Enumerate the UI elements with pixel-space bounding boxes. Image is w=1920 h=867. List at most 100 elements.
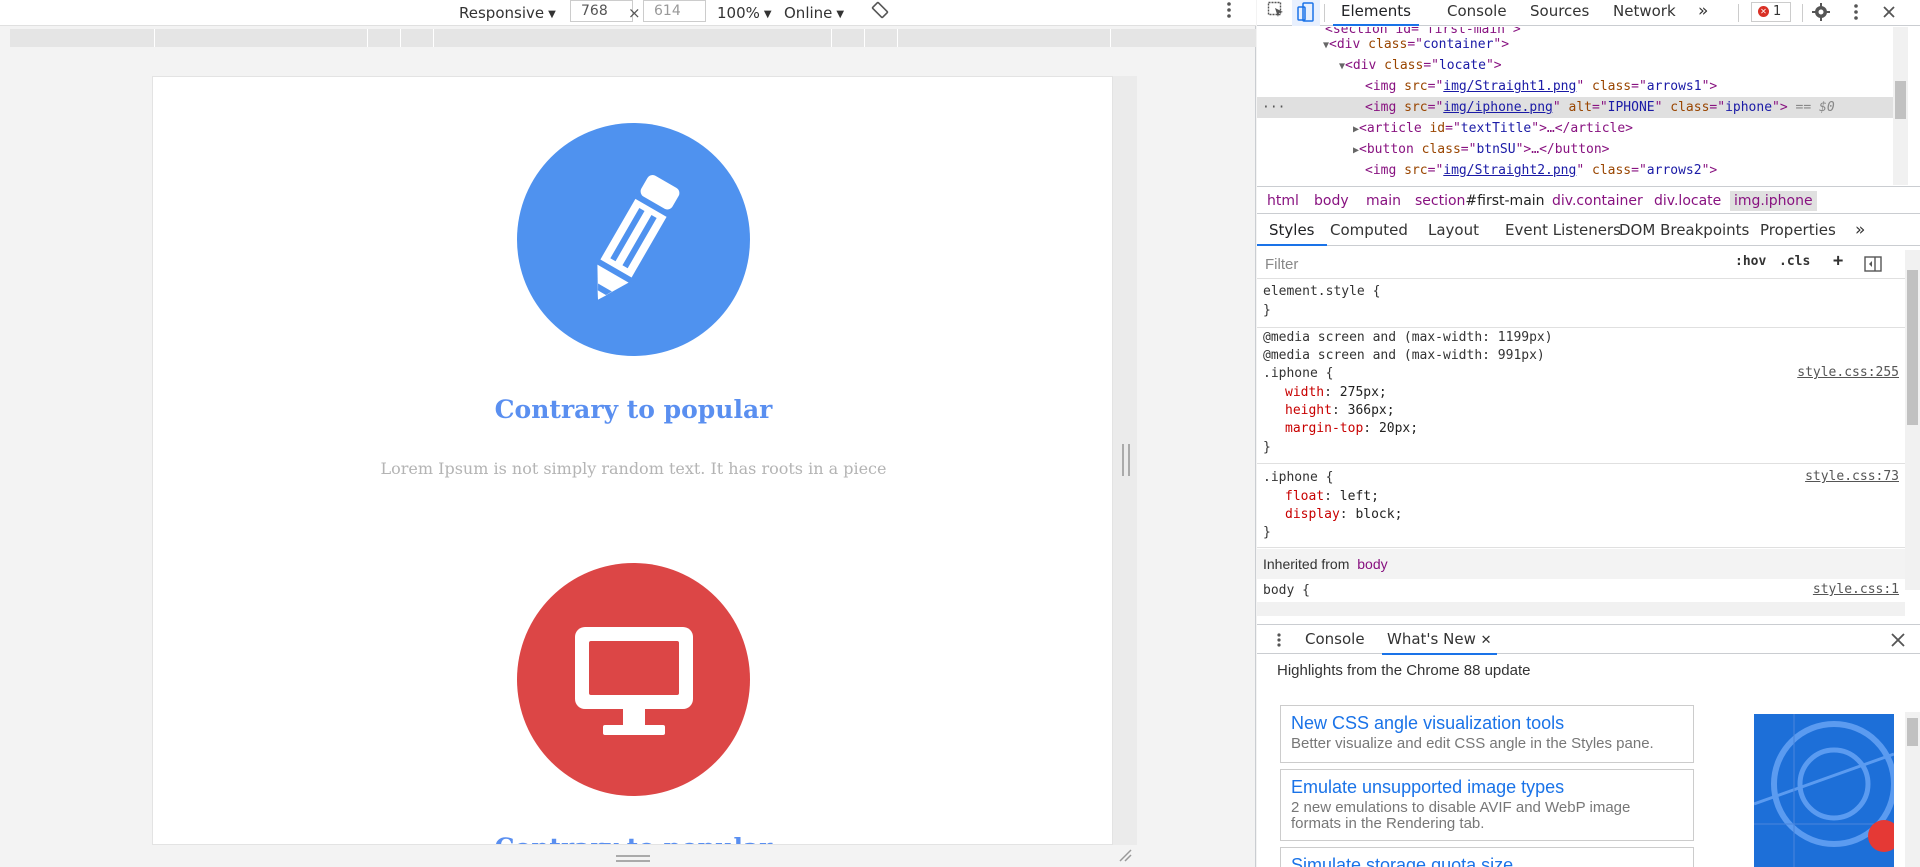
media-query-bar[interactable] <box>10 29 1256 47</box>
drawer-tabbar: Console What's New ✕ <box>1257 624 1920 655</box>
tab-event-listeners[interactable]: Event Listeners <box>1505 216 1621 246</box>
dom-node-img-arrows1[interactable]: <img src="img/Straight1.png" class="arro… <box>1257 76 1905 97</box>
tab-properties[interactable]: Properties <box>1760 216 1836 246</box>
crumb-div-container[interactable]: div.container <box>1548 191 1647 211</box>
resize-handle-bottom[interactable] <box>616 855 650 862</box>
close-drawer-icon[interactable] <box>1891 633 1905 647</box>
device-mode-select[interactable]: Responsive ▼ <box>459 3 556 23</box>
dom-tree[interactable]: <section id="first-main"> ▼<div class="c… <box>1257 27 1905 185</box>
error-counter[interactable]: ✕ 1 <box>1751 2 1791 22</box>
rule-source-link[interactable]: style.css:1 <box>1813 582 1899 597</box>
resize-handle-right[interactable] <box>1122 444 1130 476</box>
feature-1-circle <box>517 123 750 356</box>
devtools-menu-button[interactable] <box>1853 3 1859 29</box>
dom-node-button[interactable]: ▶<button class="btnSU">…</button> <box>1257 139 1905 160</box>
whats-new-card[interactable]: New CSS angle visualization tools Better… <box>1280 705 1694 763</box>
cls-toggle[interactable]: .cls <box>1779 254 1810 269</box>
inspect-element-button[interactable] <box>1267 1 1285 27</box>
close-tab-icon[interactable]: ✕ <box>1481 633 1492 648</box>
device-emulation-area: Responsive ▼ 768 × 614 100% ▼ Online ▼ C… <box>0 0 1256 867</box>
caret-down-icon: ▼ <box>836 9 845 20</box>
rule-iphone-base[interactable]: .iphone { style.css:73 float: left; disp… <box>1257 465 1905 548</box>
toggle-sidebar-icon[interactable] <box>1864 256 1882 272</box>
filter-input[interactable] <box>1263 252 1725 276</box>
resize-corner-icon[interactable] <box>1118 848 1132 862</box>
devtools-tabbar: Elements Console Sources Network » ✕ 1 <box>1257 0 1920 26</box>
tab-dom-breakpoints[interactable]: DOM Breakpoints <box>1619 216 1749 246</box>
close-devtools-button[interactable] <box>1882 3 1896 29</box>
device-toolbar: Responsive ▼ 768 × 614 100% ▼ Online ▼ <box>0 0 1256 26</box>
zoom-select[interactable]: 100% ▼ <box>717 3 772 23</box>
whats-new-illustration <box>1754 714 1894 867</box>
tab-network[interactable]: Network <box>1613 0 1676 26</box>
dom-node-img-arrows2[interactable]: <img src="img/Straight2.png" class="arro… <box>1257 160 1905 181</box>
settings-button[interactable] <box>1812 3 1830 29</box>
tab-console[interactable]: Console <box>1447 0 1507 26</box>
caret-down-icon: ▼ <box>548 9 556 20</box>
dom-node-img-iphone-selected[interactable]: ··· <img src="img/iphone.png" alt="IPHON… <box>1257 97 1905 118</box>
rule-source-link[interactable]: style.css:255 <box>1797 365 1899 380</box>
rule-close: } <box>1263 525 1271 540</box>
whats-new-card[interactable]: Simulate storage quota size <box>1280 847 1694 867</box>
more-tabs-icon[interactable]: » <box>1698 0 1708 26</box>
css-declaration[interactable]: display: block; <box>1285 506 1402 524</box>
node-actions-icon[interactable]: ··· <box>1262 97 1285 118</box>
inherited-tag-link[interactable]: body <box>1357 556 1387 572</box>
crumb-section[interactable]: section#first-main <box>1411 191 1549 211</box>
styles-horizontal-scrollbar[interactable] <box>1257 602 1905 616</box>
tab-styles[interactable]: Styles <box>1257 216 1327 246</box>
dom-node-locate[interactable]: ▼<div class="locate"> <box>1257 55 1905 76</box>
card-title: Simulate storage quota size <box>1291 855 1514 867</box>
css-declaration[interactable]: float: left; <box>1285 488 1379 506</box>
tab-layout[interactable]: Layout <box>1428 216 1479 246</box>
dom-node-article[interactable]: ▶<article id="textTitle">…</article> <box>1257 118 1905 139</box>
crumb-img-iphone[interactable]: img.iphone <box>1730 191 1817 211</box>
zoom-label: 100% <box>717 4 760 22</box>
drawer-tab-console[interactable]: Console <box>1305 625 1365 655</box>
new-rule-button[interactable]: + <box>1833 251 1843 271</box>
device-viewport[interactable]: Contrary to popular Lorem Ipsum is not s… <box>152 76 1113 845</box>
hov-toggle[interactable]: :hov <box>1735 254 1766 269</box>
browser-window: Responsive ▼ 768 × 614 100% ▼ Online ▼ C… <box>0 0 1920 867</box>
drawer-menu-icon[interactable] <box>1276 632 1282 648</box>
rotate-button[interactable] <box>871 1 889 21</box>
more-subtabs-icon[interactable]: » <box>1855 216 1865 246</box>
tab-elements[interactable]: Elements <box>1333 0 1419 26</box>
rule-selector: .iphone { <box>1263 470 1334 485</box>
crumb-main[interactable]: main <box>1362 191 1405 211</box>
device-toolbar-toggle[interactable] <box>1292 0 1320 26</box>
monitor-icon <box>575 627 693 735</box>
width-input[interactable]: 768 <box>570 0 633 22</box>
crumb-div-locate[interactable]: div.locate <box>1650 191 1725 211</box>
rule-close: } <box>1263 303 1271 318</box>
whats-new-card[interactable]: Emulate unsupported image types 2 new em… <box>1280 769 1694 841</box>
card-description: Better visualize and edit CSS angle in t… <box>1291 735 1654 752</box>
more-vertical-icon <box>1854 4 1858 20</box>
drawer-tab-whats-new[interactable]: What's New ✕ <box>1382 625 1497 655</box>
device-mode-label: Responsive <box>459 4 545 22</box>
rule-iphone-media[interactable]: @media screen and (max-width: 1199px) @m… <box>1257 329 1905 464</box>
crumb-html[interactable]: html <box>1263 191 1303 211</box>
tab-sources[interactable]: Sources <box>1530 0 1589 26</box>
styles-scrollbar[interactable] <box>1905 250 1920 590</box>
tab-computed[interactable]: Computed <box>1330 216 1408 246</box>
feature-1-text: Lorem Ipsum is not simply random text. I… <box>380 459 887 478</box>
emulation-more-button[interactable] <box>1226 1 1232 21</box>
rule-element-style[interactable]: element.style { } <box>1257 280 1905 328</box>
pencil-icon <box>597 175 680 300</box>
rule-selector: .iphone { <box>1263 366 1334 381</box>
css-declaration[interactable]: width: 275px; <box>1285 384 1387 402</box>
whats-new-scrollbar[interactable] <box>1905 712 1920 867</box>
feature-2-title: Contrary to popular <box>153 833 1112 844</box>
styles-pane[interactable]: element.style { } @media screen and (max… <box>1257 280 1905 608</box>
css-declaration[interactable]: height: 366px; <box>1285 402 1395 420</box>
media-query-1: @media screen and (max-width: 1199px) <box>1263 330 1553 345</box>
height-input[interactable]: 614 <box>643 0 706 22</box>
whats-new-panel: Highlights from the Chrome 88 update New… <box>1257 655 1920 867</box>
network-throttle-select[interactable]: Online ▼ <box>784 3 844 23</box>
dom-node-container[interactable]: ▼<div class="container"> <box>1257 34 1905 55</box>
css-declaration[interactable]: margin-top: 20px; <box>1285 420 1418 438</box>
crumb-body[interactable]: body <box>1310 191 1353 211</box>
dom-tree-scrollbar[interactable] <box>1893 27 1908 185</box>
rule-source-link[interactable]: style.css:73 <box>1805 469 1899 484</box>
